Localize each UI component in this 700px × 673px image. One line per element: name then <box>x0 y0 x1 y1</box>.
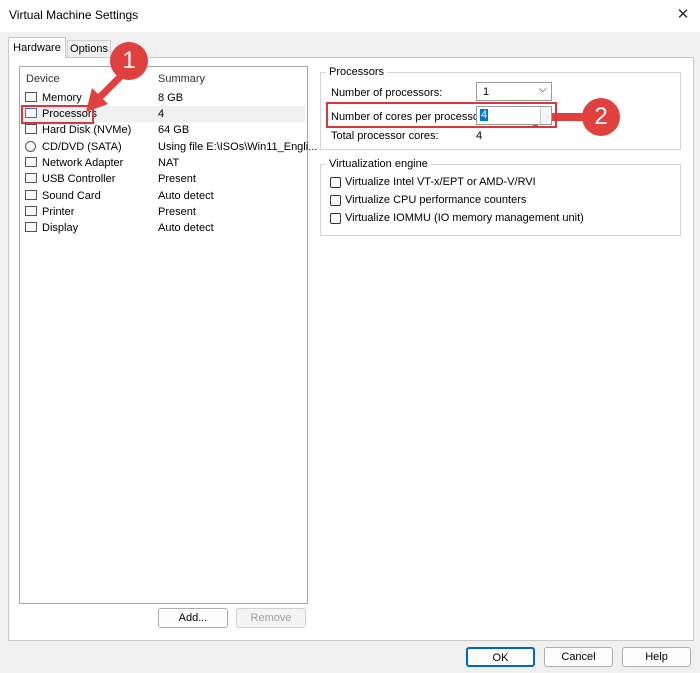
arrow-1 <box>86 71 126 112</box>
num-processors-select[interactable]: 1 ⌵ <box>476 82 552 101</box>
total-cores-value: 4 <box>476 130 483 142</box>
processors-group-label: Processors <box>326 66 388 78</box>
add-device-button[interactable]: Add... <box>158 608 228 628</box>
num-processors-value: 1 <box>483 86 490 98</box>
total-cores-label: Total processor cores: <box>331 130 439 142</box>
tab-hardware[interactable]: Hardware <box>8 37 66 58</box>
help-button[interactable]: Help <box>622 647 691 667</box>
virtualization-group-label: Virtualization engine <box>326 158 431 170</box>
cores-highlight-box <box>326 102 557 128</box>
iommu-label: Virtualize IOMMU (IO memory management u… <box>345 212 584 224</box>
num-processors-label: Number of processors: <box>331 87 443 99</box>
remove-device-button[interactable]: Remove <box>236 608 306 628</box>
cpu-counters-label: Virtualize CPU performance counters <box>345 194 527 206</box>
annotation-badge-2: 2 <box>582 98 620 136</box>
ok-button[interactable]: OK <box>466 647 535 667</box>
iommu-checkbox[interactable] <box>330 213 341 224</box>
cancel-button[interactable]: Cancel <box>544 647 613 667</box>
annotation-badge-1: 1 <box>110 42 148 80</box>
vtx-label: Virtualize Intel VT-x/EPT or AMD-V/RVI <box>345 176 536 188</box>
chevron-down-icon: ⌵ <box>539 84 547 95</box>
vtx-checkbox[interactable] <box>330 177 341 188</box>
cpu-counters-checkbox[interactable] <box>330 195 341 206</box>
